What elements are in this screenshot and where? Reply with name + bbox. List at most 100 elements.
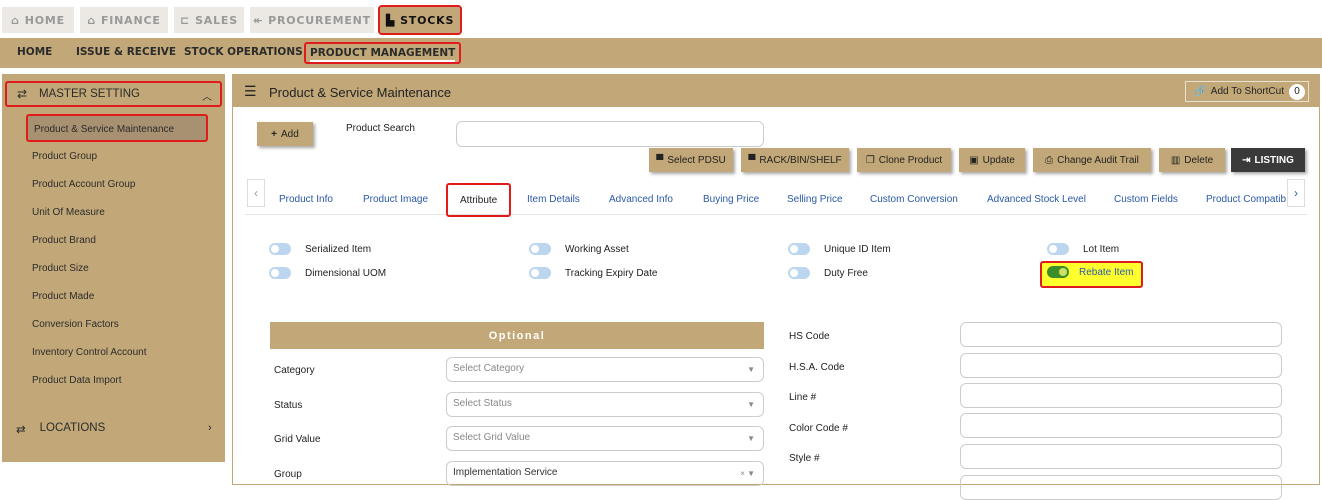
subnav-issue-receive[interactable]: ISSUE & RECEIVE (76, 46, 176, 58)
trash-icon: ▥ (1170, 154, 1181, 166)
toggle-switch[interactable] (269, 267, 291, 279)
status-label: Status (274, 400, 303, 411)
toggle-switch[interactable] (1047, 243, 1069, 255)
tab-advanced-info[interactable]: Advanced Info (609, 194, 673, 205)
style-number-input[interactable] (960, 444, 1282, 469)
module-tab-procurement[interactable]: ↞ PROCUREMENT (250, 7, 374, 33)
tab-advanced-stock-level[interactable]: Advanced Stock Level (987, 194, 1086, 205)
toggle-unique-id-item[interactable]: Unique ID Item (788, 243, 891, 255)
archive-icon: ▀ (656, 154, 664, 166)
toggle-working-asset[interactable]: Working Asset (529, 243, 629, 255)
sidebar: ⇄ MASTER SETTING ︿ Product & Service Mai… (2, 74, 225, 462)
swap-icon: ⇄ (16, 424, 26, 436)
caret-down-icon: ▼ (747, 365, 755, 374)
toggle-switch[interactable] (529, 267, 551, 279)
module-tab-home[interactable]: ⌂ HOME (2, 7, 74, 33)
sidebar-item-product-made[interactable]: Product Made (32, 291, 94, 302)
optional-section-header: Optional (270, 322, 764, 349)
print-icon: ⎙ (1045, 154, 1054, 166)
listing-button[interactable]: ⇥ LISTING (1231, 148, 1305, 172)
caret-down-icon: ▼ (747, 434, 755, 443)
toggle-switch[interactable] (788, 267, 810, 279)
tab-custom-fields[interactable]: Custom Fields (1114, 194, 1178, 205)
status-select[interactable]: Select Status ▼ (446, 392, 764, 417)
sidebar-item-inventory-control-account[interactable]: Inventory Control Account (32, 347, 147, 358)
hsa-code-input[interactable] (960, 353, 1282, 378)
save-icon: ▣ (969, 154, 979, 166)
chevron-up-icon: ︿ (202, 92, 212, 103)
change-audit-trail-button[interactable]: ⎙ Change Audit Trail (1033, 148, 1151, 172)
chevron-right-icon: › (208, 422, 212, 434)
toggle-switch[interactable] (788, 243, 810, 255)
weight-input[interactable] (960, 475, 1282, 500)
grid-value-select[interactable]: Select Grid Value ▼ (446, 426, 764, 451)
tab-custom-conversion[interactable]: Custom Conversion (870, 194, 958, 205)
select-pdsu-button[interactable]: ▀ Select PDSU (649, 148, 733, 172)
tab-product-info[interactable]: Product Info (279, 194, 333, 205)
subnav-home[interactable]: HOME (17, 46, 52, 58)
tab-item-details[interactable]: Item Details (527, 194, 580, 205)
tab-attribute[interactable]: Attribute (446, 183, 512, 217)
style-number-label: Style # (789, 453, 820, 464)
toggle-switch[interactable] (269, 243, 291, 255)
clone-product-button[interactable]: ❐ Clone Product (857, 148, 951, 172)
category-select[interactable]: Select Category ▼ (446, 357, 764, 382)
bank-icon: ⌂ (87, 13, 96, 27)
subnav-product-management[interactable]: PRODUCT MANAGEMENT (304, 42, 462, 64)
copy-icon: ❐ (865, 154, 875, 166)
module-bar: ⌂ HOME ⌂ FINANCE ⊏ SALES ↞ PROCUREMENT ▙… (0, 0, 1322, 38)
update-button[interactable]: ▣ Update (959, 148, 1025, 172)
tab-product-image[interactable]: Product Image (363, 194, 428, 205)
group-select[interactable]: Implementation Service × ▼ (446, 461, 764, 486)
module-tab-sales[interactable]: ⊏ SALES (174, 7, 244, 33)
shortcut-count-badge: 0 (1289, 84, 1305, 100)
sidebar-item-product-brand[interactable]: Product Brand (32, 235, 96, 246)
sidebar-item-product-size[interactable]: Product Size (32, 263, 89, 274)
line-number-label: Line # (789, 392, 817, 403)
sidebar-item-conversion-factors[interactable]: Conversion Factors (32, 319, 119, 330)
sidebar-item-product-group[interactable]: Product Group (32, 151, 97, 162)
sidebar-locations[interactable]: ⇄ LOCATIONS (16, 422, 105, 436)
sub-navigation: HOME ISSUE & RECEIVE STOCK OPERATIONS PR… (0, 38, 1322, 68)
add-to-shortcut-button[interactable]: 🔗 Add To ShortCut 0 (1185, 81, 1309, 102)
page-title: Product & Service Maintenance (269, 85, 452, 100)
hs-code-label: HS Code (789, 331, 830, 342)
product-search-label: Product Search (346, 123, 415, 134)
tab-product-compatibility[interactable]: Product Compatib (1206, 194, 1286, 205)
sidebar-master-setting[interactable]: ⇄ MASTER SETTING ︿ (5, 81, 222, 107)
handshake-icon: ↞ (253, 13, 264, 27)
sidebar-item-product-account-group[interactable]: Product Account Group (32, 179, 135, 190)
main-panel: ☰ Product & Service Maintenance 🔗 Add To… (232, 74, 1320, 500)
toggle-switch-on[interactable] (1047, 266, 1069, 278)
sign-out-icon: ⇥ (1242, 154, 1251, 166)
rack-bin-shelf-button[interactable]: ▀ RACK/BIN/SHELF (741, 148, 849, 172)
tab-buying-price[interactable]: Buying Price (703, 194, 759, 205)
module-tab-stocks[interactable]: ▙ STOCKS (378, 5, 462, 35)
sidebar-item-product-service-maintenance[interactable]: Product & Service Maintenance (26, 114, 208, 142)
toggle-serialized-item[interactable]: Serialized Item (269, 243, 371, 255)
hs-code-input[interactable] (960, 322, 1282, 347)
link-icon: 🔗 (1194, 86, 1207, 97)
toggle-lot-item[interactable]: Lot Item (1047, 243, 1119, 255)
clear-caret-icon[interactable]: × ▼ (740, 469, 755, 478)
line-number-input[interactable] (960, 383, 1282, 408)
color-code-label: Color Code # (789, 423, 848, 434)
sidebar-item-unit-of-measure[interactable]: Unit Of Measure (32, 207, 105, 218)
grid-value-label: Grid Value (274, 434, 321, 445)
toggle-rebate-item[interactable]: Rebate Item (1047, 266, 1133, 278)
sidebar-item-product-data-import[interactable]: Product Data Import (32, 375, 121, 386)
cart-icon: ⊏ (180, 13, 191, 27)
subnav-stock-operations[interactable]: STOCK OPERATIONS (184, 46, 303, 58)
color-code-input[interactable] (960, 413, 1282, 438)
delete-button[interactable]: ▥ Delete (1159, 148, 1225, 172)
module-tab-finance[interactable]: ⌂ FINANCE (80, 7, 168, 33)
toggle-switch[interactable] (529, 243, 551, 255)
menu-icon[interactable]: ☰ (244, 83, 257, 100)
toggle-tracking-expiry-date[interactable]: Tracking Expiry Date (529, 267, 657, 279)
tab-selling-price[interactable]: Selling Price (787, 194, 843, 205)
toggle-dimensional-uom[interactable]: Dimensional UOM (269, 267, 386, 279)
toggle-duty-free[interactable]: Duty Free (788, 267, 868, 279)
add-button[interactable]: + Add (257, 122, 313, 146)
swap-icon: ⇄ (17, 87, 28, 101)
product-search-input[interactable] (456, 121, 764, 147)
